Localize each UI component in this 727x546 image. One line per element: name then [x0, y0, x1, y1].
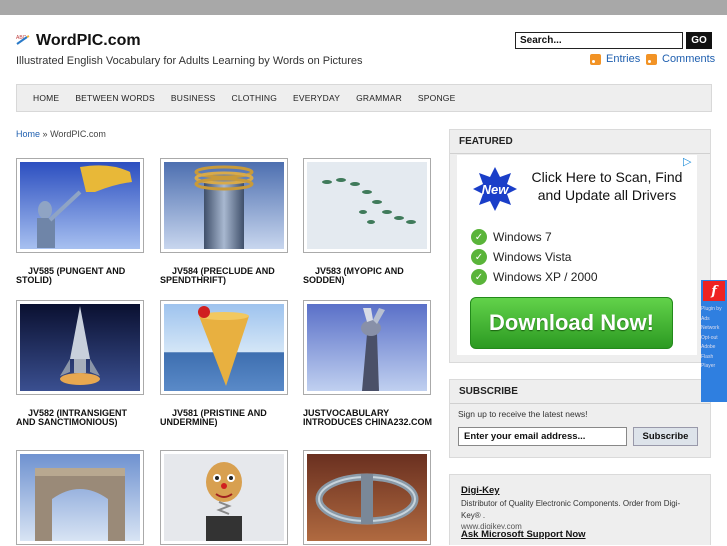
- sponsored-link-url[interactable]: www.digikey.com: [461, 522, 699, 529]
- subscribe-button[interactable]: Subscribe: [633, 427, 698, 446]
- top-bar: [0, 0, 727, 15]
- rocket-on-launch-pad: [20, 304, 140, 391]
- new-badge-label: New: [481, 182, 509, 197]
- robot-reaching-giant-hand: [20, 162, 140, 249]
- clown-head-on-spring-box: [164, 454, 284, 541]
- post-title[interactable]: JV582 (INTRANSIGENT AND SANCTIMONIOUS): [16, 408, 146, 428]
- sponsored-link-title[interactable]: Ask Microsoft Support Now: [461, 529, 699, 540]
- spaceship-ring-structure: [307, 454, 427, 541]
- robotic-arm-holding-figure: [307, 304, 427, 391]
- nav-item-everyday[interactable]: EVERYDAY: [285, 93, 348, 103]
- rss-icon: [590, 53, 601, 65]
- nav-item-business[interactable]: BUSINESS: [163, 93, 224, 103]
- flash-widget-text: Plugin by Ads Network Opt-out Adobe Flas…: [701, 306, 722, 369]
- search-input[interactable]: [515, 32, 683, 49]
- sponsored-link-title[interactable]: Digi-Key: [461, 485, 699, 496]
- subscribe-panel: SUBSCRIBE Sign up to receive the latest …: [449, 379, 711, 458]
- sponsored-link-desc: Distributor of Quality Electronic Compon…: [461, 499, 681, 520]
- post-thumbnail[interactable]: [303, 300, 431, 395]
- spiral-of-green-leaves: [307, 162, 427, 249]
- post-card: [160, 450, 290, 545]
- nav-item-clothing[interactable]: CLOTHING: [223, 93, 285, 103]
- subscribe-text: Sign up to receive the latest news!: [458, 409, 588, 419]
- stone-arch-structure: [20, 454, 140, 541]
- post-thumbnail[interactable]: [160, 300, 288, 395]
- post-card: [303, 450, 433, 545]
- ad-os-label: Windows XP / 2000: [493, 270, 598, 284]
- post-card: [16, 450, 146, 545]
- subscribe-title: SUBSCRIBE: [450, 380, 710, 404]
- ad-os-item: ✓ Windows 7: [471, 229, 552, 245]
- check-icon: ✓: [471, 229, 487, 245]
- nav-item-sponge[interactable]: SPONGE: [410, 93, 464, 103]
- cone-with-red-ball-over-water: [164, 304, 284, 391]
- entries-label: Entries: [606, 53, 641, 65]
- post-card: JV584 (PRECLUDE AND SPENDTHRIFT): [160, 158, 290, 286]
- site-tagline: Illustrated English Vocabulary for Adult…: [16, 55, 363, 67]
- post-title[interactable]: JV584 (PRECLUDE AND SPENDTHRIFT): [160, 266, 290, 286]
- ad-os-item: ✓ Windows XP / 2000: [471, 269, 598, 285]
- sponsored-link: Digi-Key Distributor of Quality Electron…: [450, 475, 710, 540]
- breadcrumb-separator: »: [42, 129, 48, 139]
- breadcrumb-home-link[interactable]: Home: [16, 129, 40, 139]
- nav-item-between-words[interactable]: BETWEEN WORDS: [67, 93, 163, 103]
- ad-os-label: Windows Vista: [493, 250, 572, 264]
- main-nav: HOME BETWEEN WORDS BUSINESS CLOTHING EVE…: [16, 84, 712, 112]
- post-title[interactable]: JUSTVOCABULARY INTRODUCES CHINA232.COM: [303, 408, 433, 428]
- post-thumbnail[interactable]: [16, 450, 144, 545]
- ad-os-label: Windows 7: [493, 230, 552, 244]
- download-now-button[interactable]: Download Now!: [470, 297, 673, 349]
- driver-ad[interactable]: New ▷ Click Here to Scan, Find and Updat…: [457, 155, 697, 355]
- post-card: JV583 (MYOPIC AND SODDEN): [303, 158, 433, 286]
- post-title[interactable]: JV581 (PRISTINE AND UNDERMINE): [160, 408, 290, 428]
- site-title[interactable]: WordPIC.com: [36, 32, 141, 50]
- nav-item-home[interactable]: HOME: [25, 93, 67, 103]
- email-field[interactable]: [458, 427, 627, 446]
- post-title[interactable]: JV583 (MYOPIC AND SODDEN): [303, 266, 433, 286]
- abc-pencil-icon: ABC: [16, 35, 30, 45]
- comments-label: Comments: [662, 53, 716, 65]
- adchoices-icon[interactable]: ▷: [683, 157, 694, 168]
- post-card: JV582 (INTRANSIGENT AND SANCTIMONIOUS): [16, 300, 146, 428]
- entries-feed-link[interactable]: Entries: [590, 53, 640, 65]
- featured-title: FEATURED: [450, 130, 710, 154]
- comments-feed-link[interactable]: Comments: [646, 53, 715, 65]
- post-card: JV581 (PRISTINE AND UNDERMINE): [160, 300, 290, 428]
- rss-icon: [646, 53, 657, 65]
- check-icon: ✓: [471, 249, 487, 265]
- pillar-with-coiled-rings: [164, 162, 284, 249]
- breadcrumb-current: WordPIC.com: [50, 129, 106, 139]
- sponsored-links-panel: Digi-Key Distributor of Quality Electron…: [449, 474, 711, 545]
- post-card: JV585 (PUNGENT AND STOLID): [16, 158, 146, 286]
- post-thumbnail[interactable]: [160, 158, 288, 253]
- go-button[interactable]: GO: [686, 32, 712, 49]
- nav-item-grammar[interactable]: GRAMMAR: [348, 93, 410, 103]
- check-icon: ✓: [471, 269, 487, 285]
- post-title[interactable]: JV585 (PUNGENT AND STOLID): [16, 266, 146, 286]
- post-thumbnail[interactable]: [303, 158, 431, 253]
- post-thumbnail[interactable]: [303, 450, 431, 545]
- breadcrumb: Home » WordPIC.com: [16, 129, 106, 139]
- ad-os-item: ✓ Windows Vista: [471, 249, 571, 265]
- flash-player-icon[interactable]: f: [703, 281, 725, 301]
- post-thumbnail[interactable]: [160, 450, 288, 545]
- ad-headline: Click Here to Scan, Find and Update all …: [531, 169, 683, 204]
- post-thumbnail[interactable]: [16, 300, 144, 395]
- post-card: JUSTVOCABULARY INTRODUCES CHINA232.COM: [303, 300, 433, 428]
- post-thumbnail[interactable]: [16, 158, 144, 253]
